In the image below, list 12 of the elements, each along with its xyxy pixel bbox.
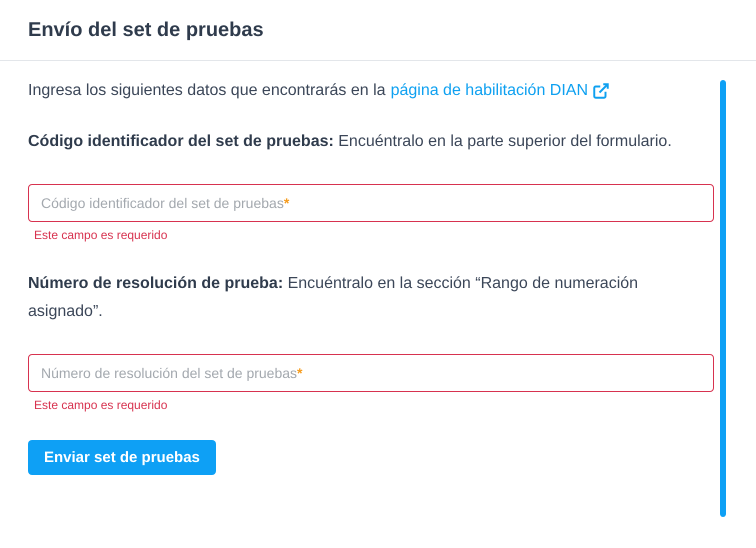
input-field[interactable]: Código identificador del set de pruebas*	[28, 184, 714, 222]
dian-link[interactable]: página de habilitación DIAN	[390, 78, 610, 104]
page-title: Envío del set de pruebas	[28, 18, 264, 42]
error-message: Este campo es requerido	[34, 398, 168, 412]
input-field[interactable]: Número de resolución del set de pruebas*	[28, 354, 714, 392]
scrollbar-thumb[interactable]	[720, 80, 726, 517]
intro-text: Ingresa los siguientes datos que encontrarás en la	[28, 81, 386, 101]
field-instruction: Código identificador del set de pruebas: Encuéntralo en la parte superior del formulario.	[28, 132, 673, 152]
external-link-icon	[592, 82, 610, 100]
error-message: Este campo es requerido	[34, 228, 168, 242]
field-instruction: Número de resolución de prueba: Encuéntralo en la sección “Rango de numeración asignado”.	[28, 274, 640, 322]
submit-button[interactable]: Enviar set de pruebas	[28, 440, 216, 475]
